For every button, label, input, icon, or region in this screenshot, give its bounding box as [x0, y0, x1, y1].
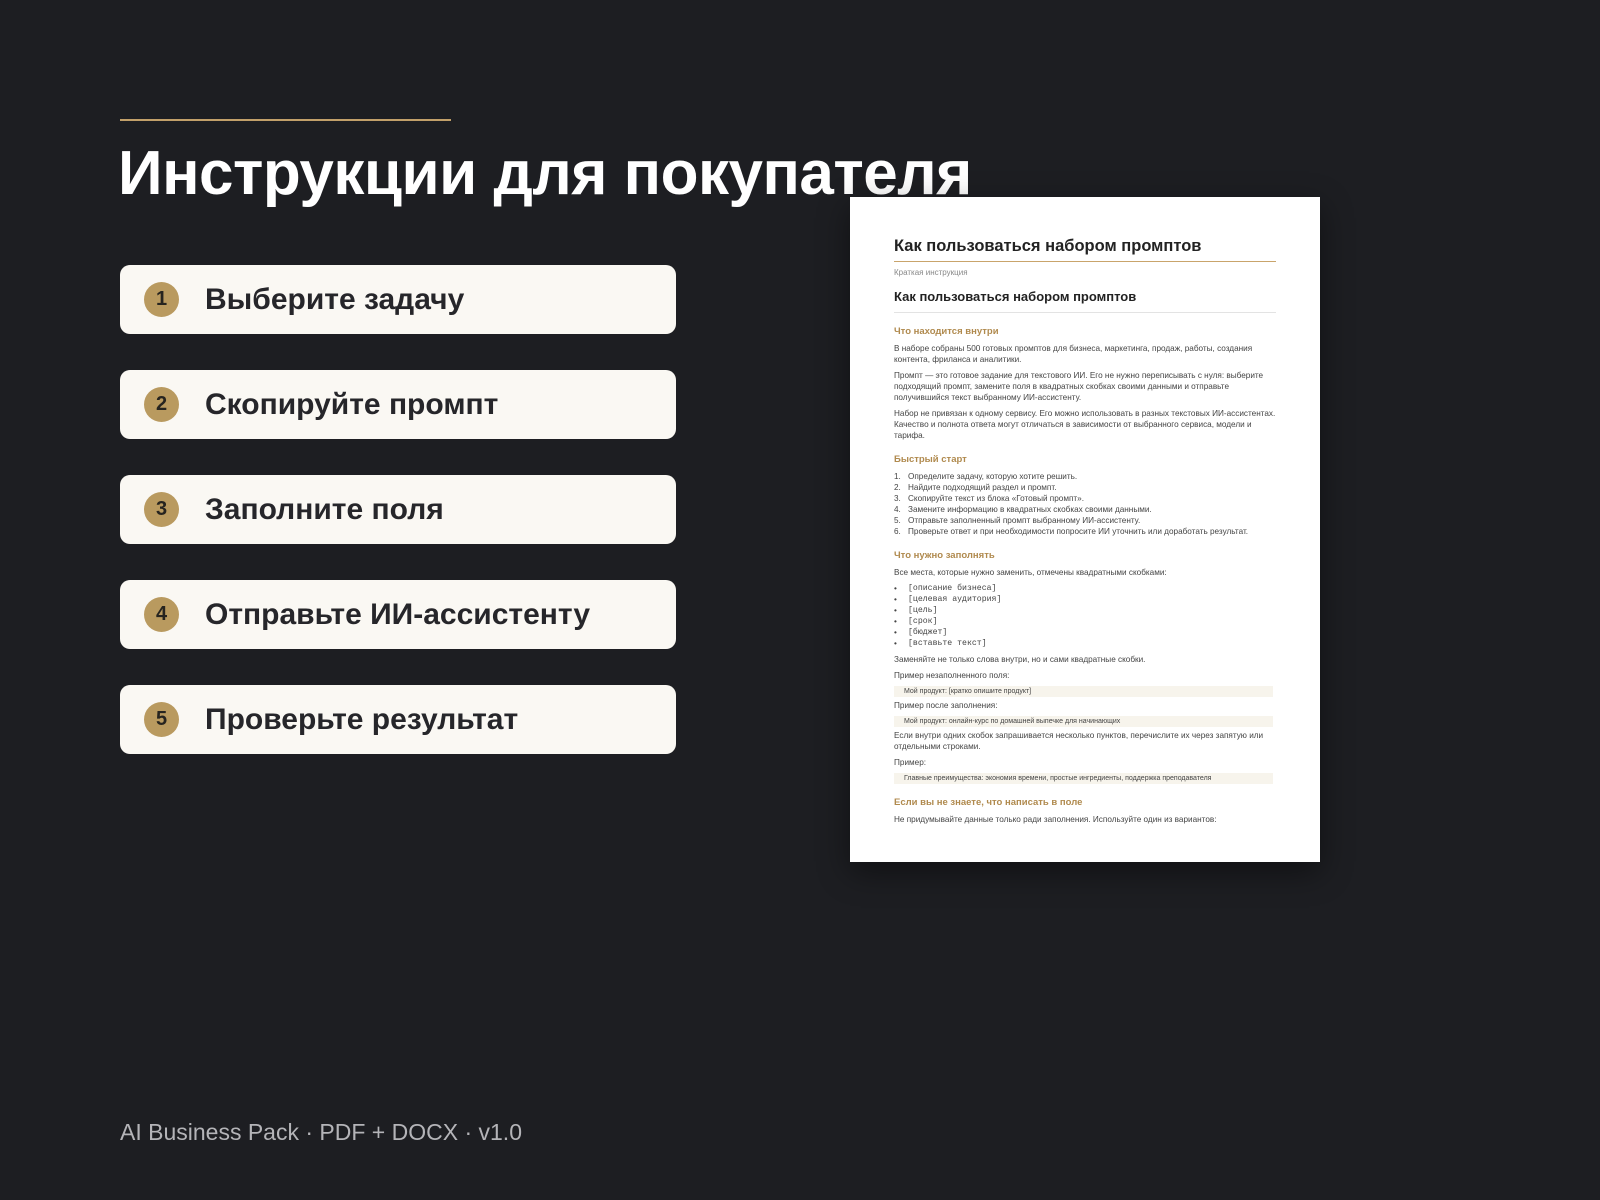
- list-item: • [вставьте текст]: [894, 639, 987, 648]
- paragraph: Набор не привязан к одному сервису. Его …: [894, 409, 1276, 440]
- step-number-badge: 5: [144, 702, 179, 737]
- step-card-5: 5 Проверьте результат: [120, 685, 676, 754]
- step-number-badge: 3: [144, 492, 179, 527]
- step-number-badge: 2: [144, 387, 179, 422]
- step-label: Проверьте результат: [205, 702, 519, 736]
- paragraph: В наборе собраны 500 готовых промптов дл…: [894, 344, 1253, 364]
- list-item: 6. Проверьте ответ и при необходимости по…: [894, 527, 1249, 536]
- example-label: Пример:: [894, 758, 927, 767]
- document-subtitle: Краткая инструкция: [894, 268, 968, 277]
- paragraph: Промпт — это готовое задание для текстов…: [894, 371, 1264, 402]
- document-preview: Как пользоваться набором промптов Кратка…: [850, 197, 1320, 862]
- paragraph: Не придумывайте данные только ради запол…: [894, 815, 1217, 824]
- step-card-3: 3 Заполните поля: [120, 475, 676, 544]
- list-item: • [бюджет]: [894, 628, 948, 637]
- step-label: Заполните поля: [205, 492, 444, 526]
- example-label: Пример после заполнения:: [894, 701, 998, 710]
- document-heading: Как пользоваться набором промптов: [894, 289, 1276, 313]
- footer-caption: AI Business Pack · PDF + DOCX · v1.0: [120, 1119, 522, 1145]
- page-title: Инструкции для покупателя: [118, 139, 972, 208]
- list-item: • [срок]: [894, 617, 938, 626]
- code-example: Мой продукт: [кратко опишите продукт]: [894, 686, 1273, 697]
- placeholder-list: • [описание бизнеса] • [целевая аудитория]…: [894, 583, 1276, 649]
- step-label: Выберите задачу: [205, 282, 465, 316]
- paragraph: Все места, которые нужно заменить, отмеч…: [894, 568, 1167, 577]
- paragraph: Если внутри одних скобок запрашивается н…: [894, 731, 1264, 751]
- list-item: 3. Скопируйте текст из блока «Готовый про…: [894, 494, 1084, 503]
- section-heading-fill: Что нужно заполнять: [894, 550, 995, 561]
- step-number-badge: 1: [144, 282, 179, 317]
- step-card-4: 4 Отправьте ИИ-ассистенту: [120, 580, 676, 649]
- step-card-1: 1 Выберите задачу: [120, 265, 676, 334]
- list-item: • [цель]: [894, 606, 938, 615]
- steps-list: 1 Выберите задачу 2 Скопируйте промпт 3 …: [120, 265, 676, 790]
- code-example: Главные преимущества: экономия времени, …: [894, 773, 1273, 784]
- step-label: Отправьте ИИ-ассистенту: [205, 597, 591, 631]
- document-title: Как пользоваться набором промптов: [894, 237, 1276, 262]
- list-item: 2. Найдите подходящий раздел и промпт.: [894, 483, 1057, 492]
- section-heading-quick-start: Быстрый старт: [894, 454, 967, 465]
- step-label: Скопируйте промпт: [205, 387, 499, 421]
- list-item: 5. Отправьте заполненный промпт выбранном…: [894, 516, 1141, 525]
- example-label: Пример незаполненного поля:: [894, 671, 1010, 680]
- list-item: • [описание бизнеса]: [894, 584, 997, 593]
- section-heading-unknown: Если вы не знаете, что написать в поле: [894, 797, 1083, 808]
- quick-start-list: 1. Определите задачу, которую хотите реши…: [894, 471, 1276, 537]
- code-example: Мой продукт: онлайн-курс по домашней вып…: [894, 716, 1273, 727]
- section-heading-inside: Что находится внутри: [894, 326, 999, 337]
- list-item: • [целевая аудитория]: [894, 595, 1002, 604]
- list-item: 1. Определите задачу, которую хотите реши…: [894, 472, 1078, 481]
- step-card-2: 2 Скопируйте промпт: [120, 370, 676, 439]
- step-number-badge: 4: [144, 597, 179, 632]
- paragraph: Заменяйте не только слова внутри, но и с…: [894, 655, 1146, 664]
- accent-rule: [120, 119, 451, 121]
- list-item: 4. Замените информацию в квадратных скобк…: [894, 505, 1152, 514]
